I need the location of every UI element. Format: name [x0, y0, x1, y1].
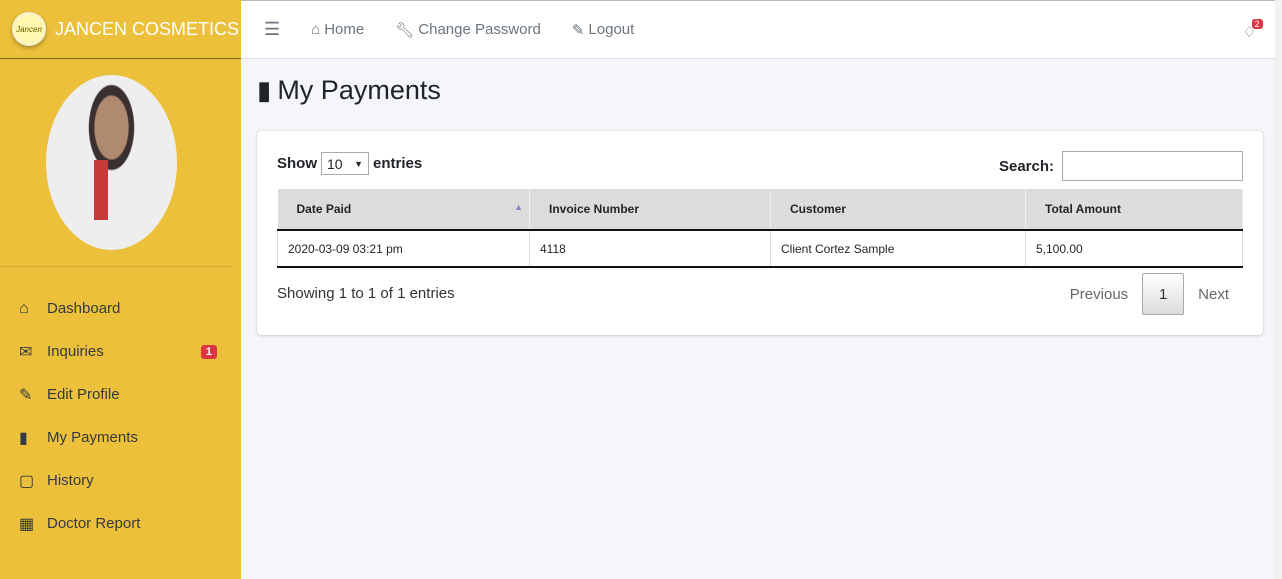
table-info: Showing 1 to 1 of 1 entries — [277, 285, 455, 302]
sort-asc-icon: ▲ — [514, 202, 523, 212]
page-title: ▮ My Payments — [257, 75, 441, 106]
sidebar-item-history[interactable]: ▢ History — [0, 459, 241, 502]
next-button[interactable]: Next — [1184, 286, 1243, 303]
column-total-amount[interactable]: Total Amount — [1025, 189, 1243, 231]
calendar-grid-icon: ▦ — [19, 515, 35, 533]
sidebar-item-label: My Payments — [47, 429, 138, 446]
header-label: Customer — [790, 202, 847, 216]
table-row: 2020-03-09 03:21 pm 4118 Client Cortez S… — [277, 230, 1243, 268]
notification-badge: 2 — [1251, 19, 1263, 29]
page-title-text: My Payments — [277, 75, 441, 105]
payments-table: Date Paid ▲ Invoice Number Customer Total… — [277, 189, 1243, 268]
inquiries-badge: 1 — [200, 344, 217, 359]
entries-length: Show 10 ▼ entries — [277, 152, 422, 175]
sidebar-item-my-payments[interactable]: ▮ My Payments — [0, 416, 241, 459]
sidebar-item-label: Inquiries — [47, 343, 104, 360]
search-label: Search: — [998, 157, 1054, 175]
header-label: Total Amount — [1045, 202, 1121, 216]
brand-link[interactable]: Jancen JANCEN COSMETICS — [0, 0, 241, 59]
cell-total-amount: 5,100.00 — [1025, 230, 1243, 268]
page-scrollbar[interactable] — [1275, 0, 1282, 579]
entries-value: 10 — [327, 155, 343, 172]
cell-date-paid: 2020-03-09 03:21 pm — [277, 230, 530, 268]
menu-toggle-icon[interactable]: ☰ — [264, 19, 280, 40]
top-navbar: ☰ ⌂ Home 🔧︎ Change Password ✎ Logout ♢ 2 — [241, 0, 1282, 59]
sidebar-item-label: Doctor Report — [47, 515, 141, 532]
sidebar-item-label: Dashboard — [47, 300, 121, 317]
nav-logout[interactable]: ✎ Logout — [572, 21, 634, 39]
sidebar-item-dashboard[interactable]: ⌂ Dashboard — [0, 287, 241, 330]
nav-change-password-label: Change Password — [418, 21, 541, 38]
search-input[interactable] — [1062, 151, 1243, 181]
edit-icon: ✎ — [571, 21, 585, 39]
column-invoice-number[interactable]: Invoice Number — [529, 189, 771, 231]
show-label: Show — [277, 155, 317, 172]
cell-customer: Client Cortez Sample — [770, 230, 1026, 268]
pencil-icon: ✎ — [19, 386, 33, 404]
notifications-button[interactable]: ♢ 2 — [1243, 19, 1263, 41]
sidebar-item-edit-profile[interactable]: ✎ Edit Profile — [0, 373, 241, 416]
entries-label: entries — [373, 155, 423, 172]
home-icon: ⌂ — [19, 299, 29, 317]
sidebar-item-inquiries[interactable]: ✉ Inquiries 1 — [0, 330, 241, 373]
sidebar-divider — [0, 266, 232, 267]
sidebar-item-doctor-report[interactable]: ▦ Doctor Report — [0, 502, 241, 545]
search-box: Search: — [999, 151, 1243, 181]
nav-logout-label: Logout — [588, 21, 635, 38]
previous-button[interactable]: Previous — [1056, 286, 1142, 303]
nav-change-password[interactable]: 🔧︎ Change Password — [395, 21, 541, 39]
file-icon: ▮ — [257, 75, 272, 105]
header-label: Date Paid — [296, 202, 352, 216]
envelope-icon: ✉ — [19, 343, 33, 361]
sidebar: Jancen JANCEN COSMETICS ⌂ Dashboard ✉ Inqu… — [0, 0, 241, 579]
sidebar-item-label: History — [47, 472, 94, 489]
page-1-button[interactable]: 1 — [1142, 273, 1185, 315]
payments-card: Show 10 ▼ entries Search: Date Paid ▲ Invo… — [257, 131, 1263, 335]
column-date-paid[interactable]: Date Paid ▲ — [277, 189, 530, 231]
entries-select[interactable]: 10 ▼ — [321, 152, 369, 175]
sidebar-item-label: Edit Profile — [47, 386, 120, 403]
home-icon: ⌂ — [311, 21, 321, 38]
brand-name: JANCEN COSMETICS — [55, 18, 240, 39]
brand-logo: Jancen — [12, 12, 46, 46]
header-label: Invoice Number — [549, 202, 640, 216]
pagination: Previous 1 Next — [1056, 273, 1243, 315]
nav-home[interactable]: ⌂ Home — [311, 21, 364, 38]
column-customer[interactable]: Customer — [770, 189, 1026, 231]
user-avatar — [46, 75, 177, 250]
file-icon: ▮ — [19, 429, 28, 447]
calendar-icon: ▢ — [19, 472, 35, 490]
cell-invoice-number: 4118 — [529, 230, 771, 268]
caret-down-icon: ▼ — [354, 158, 363, 169]
sidebar-menu: ⌂ Dashboard ✉ Inquiries 1 ✎ Edit Profile ▮ My… — [0, 287, 241, 545]
wrench-icon: 🔧︎ — [395, 21, 415, 39]
nav-home-label: Home — [324, 21, 365, 38]
